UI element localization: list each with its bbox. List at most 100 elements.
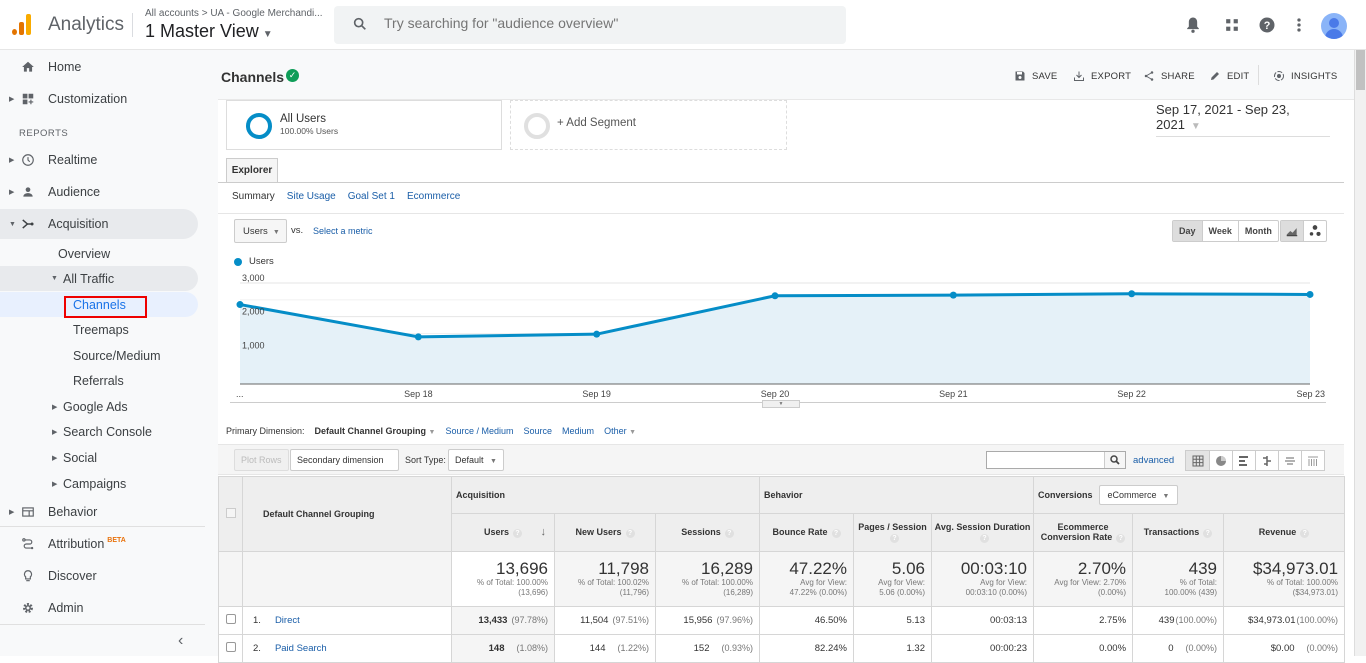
sidebar-item-home[interactable]: Home bbox=[0, 52, 205, 82]
subtab-goal-set-1[interactable]: Goal Set 1 bbox=[348, 191, 395, 202]
conversions-dropdown[interactable]: eCommerce ▼ bbox=[1098, 485, 1179, 505]
col-sessions[interactable]: Sessions? bbox=[655, 513, 760, 552]
motion-chart-button[interactable] bbox=[1303, 221, 1326, 241]
edit-button[interactable]: EDIT bbox=[1209, 70, 1249, 82]
help-icon[interactable]: ? bbox=[1203, 528, 1213, 538]
help-icon[interactable]: ? bbox=[1257, 15, 1277, 35]
sidebar-item-admin[interactable]: Admin bbox=[0, 593, 205, 623]
row-channel-link[interactable]: Paid Search bbox=[275, 643, 327, 654]
help-icon[interactable]: ? bbox=[980, 533, 989, 543]
help-icon[interactable]: ? bbox=[1300, 528, 1310, 538]
secondary-dimension-dropdown[interactable]: Secondary dimension ▼ bbox=[290, 449, 399, 485]
sidebar-item-attribution[interactable]: Attribution BETA bbox=[0, 529, 205, 559]
sidebar-item-all-traffic[interactable]: ▼ All Traffic bbox=[0, 266, 198, 291]
add-segment-button[interactable]: + Add Segment bbox=[510, 100, 787, 150]
customization-icon bbox=[20, 92, 35, 107]
collapse-sidebar-chevron-icon[interactable]: ‹ bbox=[178, 632, 183, 650]
col-transactions[interactable]: Transactions? bbox=[1132, 513, 1225, 552]
col-ecommerce-conversion-rate[interactable]: Ecommerce Conversion Rate? bbox=[1033, 513, 1134, 552]
totals-empty bbox=[218, 551, 243, 607]
highlight-box bbox=[64, 296, 147, 318]
line-chart-button[interactable] bbox=[1281, 221, 1303, 241]
row-checkbox[interactable] bbox=[225, 642, 236, 652]
dimension-other[interactable]: Other ▼ bbox=[604, 426, 636, 436]
col-avg-session-duration[interactable]: Avg. Session Duration? bbox=[930, 513, 1035, 552]
col-new-users[interactable]: New Users? bbox=[554, 513, 656, 552]
view-selector[interactable]: 1 Master View ▼ bbox=[145, 21, 273, 42]
tab-explorer[interactable]: Explorer bbox=[226, 158, 278, 183]
account-avatar-icon[interactable] bbox=[1321, 13, 1347, 39]
page-scrollbar[interactable] bbox=[1354, 50, 1366, 656]
row-checkbox[interactable] bbox=[225, 614, 236, 624]
sidebar-item-treemaps[interactable]: Treemaps bbox=[0, 317, 205, 342]
advanced-filter-link[interactable]: advanced bbox=[1133, 455, 1174, 466]
comparison-view-button[interactable] bbox=[1255, 451, 1278, 470]
pivot-view-button[interactable] bbox=[1301, 451, 1324, 470]
sidebar-item-referrals[interactable]: Referrals bbox=[0, 368, 205, 393]
share-button[interactable]: SHARE bbox=[1143, 70, 1195, 82]
search-input[interactable] bbox=[384, 15, 824, 31]
sidebar-item-discover[interactable]: Discover bbox=[0, 561, 205, 591]
sidebar-item-behavior[interactable]: ▶ Behavior bbox=[0, 497, 205, 527]
page-scrollbar-thumb[interactable] bbox=[1356, 50, 1365, 90]
metric-dropdown[interactable]: Users ▼ bbox=[234, 219, 287, 243]
row-dimension-cell: 2. Paid Search bbox=[242, 634, 452, 663]
sidebar-item-google-ads[interactable]: ▶ Google Ads bbox=[0, 394, 205, 419]
dimension-medium[interactable]: Medium bbox=[562, 426, 594, 436]
dimension-header[interactable]: Default Channel Grouping bbox=[242, 476, 452, 552]
date-range-picker[interactable]: Sep 17, 2021 - Sep 23, 2021 ▼ bbox=[1156, 102, 1330, 137]
subtab-summary[interactable]: Summary bbox=[232, 191, 275, 202]
performance-view-button[interactable] bbox=[1232, 451, 1255, 470]
col-revenue[interactable]: Revenue? bbox=[1223, 513, 1346, 552]
help-icon[interactable]: ? bbox=[724, 528, 734, 538]
save-button[interactable]: SAVE bbox=[1014, 70, 1057, 82]
account-breadcrumb[interactable]: All accounts > UA - Google Merchandi... bbox=[145, 8, 323, 19]
subtab-site-usage[interactable]: Site Usage bbox=[287, 191, 336, 202]
subtab-ecommerce[interactable]: Ecommerce bbox=[407, 191, 460, 202]
table-search-button[interactable] bbox=[1104, 452, 1125, 468]
save-label: SAVE bbox=[1032, 70, 1058, 82]
day-button[interactable]: Day bbox=[1173, 221, 1202, 241]
dimension-source-medium[interactable]: Source / Medium bbox=[445, 426, 513, 436]
help-icon[interactable]: ? bbox=[513, 528, 523, 538]
week-button[interactable]: Week bbox=[1201, 221, 1238, 241]
export-button[interactable]: EXPORT bbox=[1073, 70, 1131, 82]
sidebar-item-search-console[interactable]: ▶ Search Console bbox=[0, 419, 205, 444]
table-filter-input[interactable] bbox=[986, 451, 1126, 469]
insights-button[interactable]: INSIGHTS bbox=[1273, 70, 1337, 82]
more-vert-icon[interactable] bbox=[1289, 15, 1309, 35]
help-icon[interactable]: ? bbox=[625, 528, 635, 538]
sidebar-item-campaigns[interactable]: ▶ Campaigns bbox=[0, 471, 205, 496]
help-icon[interactable]: ? bbox=[831, 528, 841, 538]
month-button[interactable]: Month bbox=[1237, 221, 1278, 241]
sidebar-item-audience[interactable]: ▶ Audience bbox=[0, 177, 205, 207]
sidebar-item-source-medium[interactable]: Source/Medium bbox=[0, 343, 205, 368]
sort-type-dropdown[interactable]: Default ▼ bbox=[448, 449, 504, 471]
search-box[interactable] bbox=[334, 6, 846, 44]
select-metric-link[interactable]: Select a metric bbox=[313, 226, 373, 236]
sidebar-item-acquisition[interactable]: ▼ Acquisition bbox=[0, 209, 198, 239]
percentage-view-button[interactable] bbox=[1209, 451, 1232, 470]
col-bounce-rate[interactable]: Bounce Rate? bbox=[759, 513, 854, 552]
help-icon[interactable]: ? bbox=[1116, 533, 1126, 543]
segment-all-users[interactable]: All Users 100.00% Users bbox=[226, 100, 502, 150]
table-grid-icon bbox=[1192, 455, 1203, 466]
plot-rows-button[interactable]: Plot Rows bbox=[234, 449, 289, 471]
bell-icon[interactable] bbox=[1183, 15, 1203, 35]
sidebar-item-customization[interactable]: ▶ Customization bbox=[0, 84, 205, 114]
data-view-button[interactable] bbox=[1186, 451, 1209, 470]
apps-grid-icon[interactable] bbox=[1222, 15, 1242, 35]
users-data-point bbox=[1306, 290, 1314, 298]
row-channel-link[interactable]: Direct bbox=[275, 615, 300, 626]
col-pages-session[interactable]: Pages / Session? bbox=[853, 513, 932, 552]
sidebar-item-realtime[interactable]: ▶ Realtime bbox=[0, 145, 205, 175]
term-cloud-view-button[interactable] bbox=[1278, 451, 1301, 470]
dimension-default-channel-grouping[interactable]: Default Channel Grouping ▼ bbox=[315, 426, 436, 436]
select-all-checkbox[interactable] bbox=[225, 508, 236, 518]
chart-collapse-handle[interactable]: ▼ bbox=[762, 400, 800, 408]
dimension-source[interactable]: Source bbox=[524, 426, 553, 436]
help-icon[interactable]: ? bbox=[890, 533, 899, 543]
sidebar-item-overview[interactable]: Overview bbox=[0, 239, 205, 269]
col-users[interactable]: Users? ↓ bbox=[451, 513, 555, 552]
sidebar-item-social[interactable]: ▶ Social bbox=[0, 445, 205, 470]
